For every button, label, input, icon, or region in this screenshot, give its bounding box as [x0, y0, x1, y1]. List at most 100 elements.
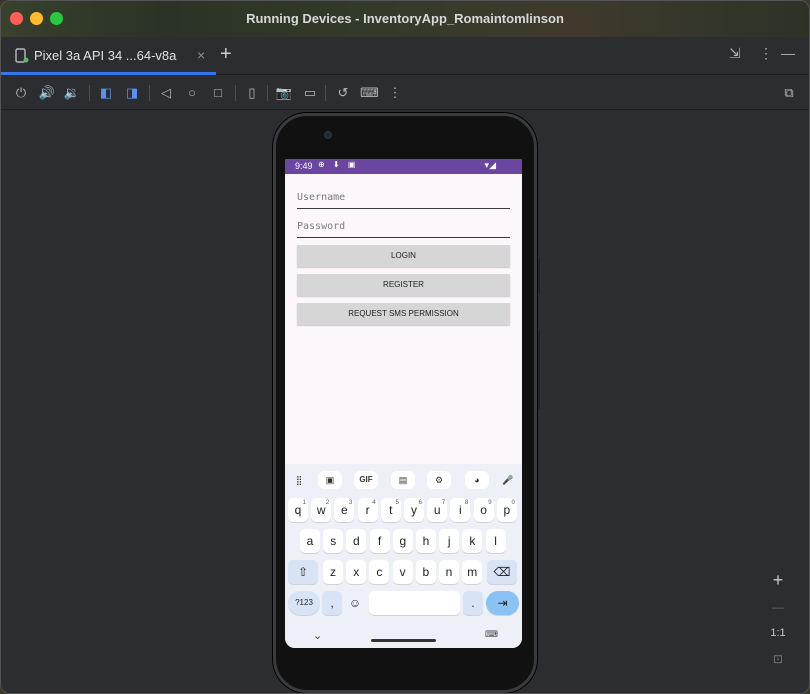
key-g[interactable]: g	[392, 529, 413, 553]
key-v[interactable]: v	[392, 560, 413, 584]
tab-pixel-3a[interactable]: Pixel 3a API 34 ...64-v8a ×	[1, 37, 216, 75]
home-icon[interactable]: ○	[183, 84, 201, 102]
soft-keyboard: ⣿ ▣ GIF ▤ ⚙ ◕ 🎤 q1w2e3r4t5y6u7i8o9p0 asd…	[285, 464, 522, 648]
key-f[interactable]: f	[369, 529, 390, 553]
key-j[interactable]: j	[439, 529, 460, 553]
key-d[interactable]: d	[346, 529, 367, 553]
key-p[interactable]: p0	[496, 498, 517, 522]
device-screen[interactable]: 9:49 ⊕ ⬇ ▣ ▾◢ LOGIN REGISTER REQUEST SMS…	[285, 159, 522, 648]
key-t[interactable]: t5	[380, 498, 401, 522]
gesture-nav-handle[interactable]	[371, 639, 436, 642]
screen-record-icon[interactable]: ▭	[301, 84, 319, 102]
window-title: Running Devices - InventoryApp_Romaintom…	[246, 11, 564, 26]
clipboard-icon[interactable]: ▤	[391, 471, 415, 489]
microphone-icon[interactable]: 🎤	[496, 471, 520, 489]
keyboard-toolbar: ⣿ ▣ GIF ▤ ⚙ ◕ 🎤	[285, 464, 522, 494]
overview-icon[interactable]: □	[209, 84, 227, 102]
rotate-right-icon[interactable]: ◨	[123, 84, 141, 102]
key-hint: 1	[302, 500, 306, 506]
theme-palette-icon[interactable]: ◕	[465, 471, 489, 489]
collapse-icon[interactable]: ⇲	[729, 45, 741, 62]
device-toolbar: ⏻ 🔊 🔉 ◧ ◨ ◁ ○ □ ▯ 📷 ▭ ↺ ⌨ ⋮ ⧉	[1, 76, 809, 110]
key-x[interactable]: x	[346, 560, 367, 584]
key-i[interactable]: i8	[450, 498, 471, 522]
volume-up-icon[interactable]: 🔊	[38, 84, 56, 102]
sticker-icon[interactable]: ▣	[318, 471, 342, 489]
key-hint: 8	[465, 500, 469, 506]
running-devices-window: Running Devices - InventoryApp_Romaintom…	[0, 0, 810, 694]
space-key[interactable]	[369, 591, 460, 615]
phone-volume-keys	[537, 331, 540, 409]
reset-icon[interactable]: ↺	[334, 84, 352, 102]
key-m[interactable]: m	[462, 560, 483, 584]
key-hint: 0	[511, 500, 515, 506]
tab-close-icon[interactable]: ×	[197, 47, 205, 63]
zoom-in-button[interactable]: +	[763, 569, 793, 591]
status-notification-icons: ⊕ ⬇ ▣	[318, 160, 359, 169]
front-camera-icon	[324, 131, 332, 139]
password-field[interactable]	[297, 216, 510, 238]
key-hint: 2	[325, 500, 330, 506]
device-frame-icon[interactable]: ▯	[243, 84, 261, 102]
key-q[interactable]: q1	[288, 498, 308, 522]
phone-power-key	[537, 259, 540, 293]
gif-button[interactable]: GIF	[354, 471, 378, 489]
username-field[interactable]	[297, 187, 510, 209]
active-tab-indicator	[1, 72, 216, 75]
comma-key[interactable]: ,	[322, 591, 342, 615]
symbols-key[interactable]: ?123	[288, 591, 320, 615]
key-hint: 3	[349, 500, 353, 506]
key-w[interactable]: w2	[311, 498, 332, 522]
key-hint: 5	[395, 500, 399, 506]
key-b[interactable]: b	[415, 560, 436, 584]
key-h[interactable]: h	[416, 529, 436, 553]
screenshot-icon[interactable]: 📷	[275, 84, 293, 102]
apps-grid-icon[interactable]: ⣿	[287, 471, 311, 489]
backspace-key[interactable]: ⌫	[487, 560, 517, 584]
volume-down-icon[interactable]: 🔉	[63, 84, 81, 102]
username-input[interactable]	[297, 187, 510, 208]
more-icon[interactable]: ⋮	[386, 84, 404, 102]
fit-screen-icon[interactable]: ⊡	[763, 648, 793, 670]
action-key[interactable]: ⇥	[486, 591, 519, 615]
period-key[interactable]: .	[463, 591, 483, 615]
status-bar: 9:49 ⊕ ⬇ ▣ ▾◢	[285, 159, 522, 174]
login-button[interactable]: LOGIN	[297, 245, 510, 267]
back-icon[interactable]: ◁	[157, 84, 175, 102]
key-k[interactable]: k	[462, 529, 483, 553]
key-e[interactable]: e3	[334, 498, 355, 522]
hide-panel-icon[interactable]: —	[781, 45, 795, 61]
tab-label: Pixel 3a API 34 ...64-v8a	[34, 48, 177, 63]
more-options-icon[interactable]: ⋮	[759, 45, 773, 62]
hide-keyboard-icon[interactable]: ⌄	[313, 629, 322, 642]
key-z[interactable]: z	[323, 560, 343, 584]
add-device-button[interactable]: +	[220, 43, 232, 66]
key-l[interactable]: l	[485, 529, 506, 553]
password-input[interactable]	[297, 216, 510, 237]
key-o[interactable]: o9	[473, 498, 494, 522]
switch-keyboard-icon[interactable]: ⌨	[485, 629, 498, 640]
request-sms-permission-button[interactable]: REQUEST SMS PERMISSION	[297, 303, 510, 325]
key-n[interactable]: n	[439, 560, 459, 584]
key-a[interactable]: a	[300, 529, 320, 553]
key-s[interactable]: s	[323, 529, 344, 553]
device-tab-bar: Pixel 3a API 34 ...64-v8a × + ⇲ ⋮ —	[1, 37, 809, 75]
actual-size-button[interactable]: 1:1	[763, 622, 793, 644]
shift-key[interactable]: ⇧	[288, 560, 318, 584]
key-r[interactable]: r4	[357, 498, 378, 522]
key-hint: 9	[488, 500, 492, 506]
key-c[interactable]: c	[369, 560, 390, 584]
keyboard-icon[interactable]: ⌨	[360, 84, 379, 102]
key-hint: 7	[441, 500, 446, 506]
status-time: 9:49	[295, 161, 313, 171]
zoom-out-button[interactable]: —	[763, 596, 793, 618]
key-u[interactable]: u7	[427, 498, 448, 522]
wifi-battery-icon: ▾◢	[484, 160, 496, 170]
emoji-key[interactable]: ☺	[345, 591, 365, 615]
device-explorer-icon[interactable]: ⧉	[780, 84, 798, 102]
key-y[interactable]: y6	[404, 498, 424, 522]
rotate-left-icon[interactable]: ◧	[97, 84, 115, 102]
settings-gear-icon[interactable]: ⚙	[427, 471, 451, 489]
power-icon[interactable]: ⏻	[12, 84, 30, 102]
register-button[interactable]: REGISTER	[297, 274, 510, 296]
